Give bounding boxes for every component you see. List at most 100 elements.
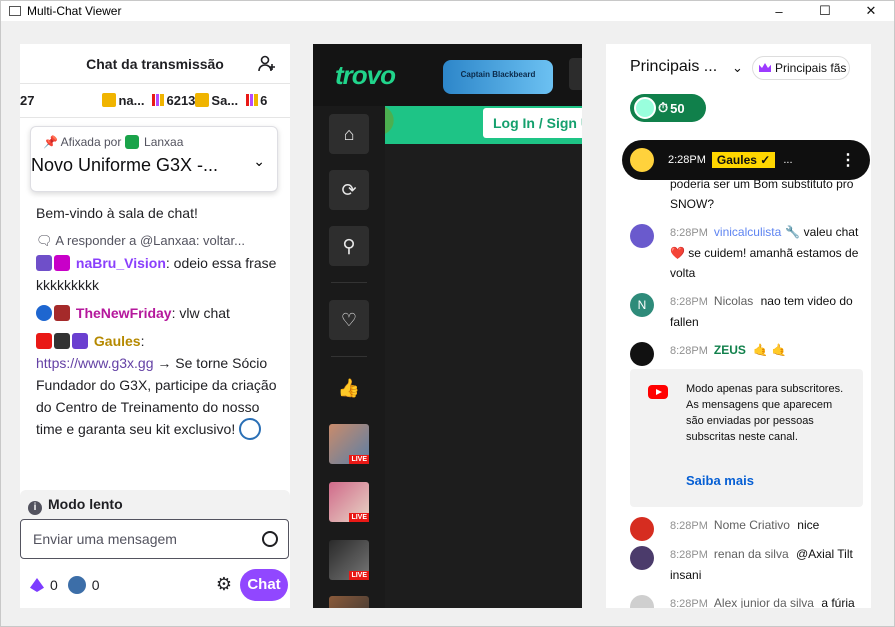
gear-icon[interactable]: ⚙ — [216, 574, 232, 595]
message-time: 8:28PM — [670, 296, 708, 308]
chat-message: poderia ser um Bom substituto pro SNOW? — [630, 174, 866, 214]
chevron-down-icon[interactable]: ⌄ — [253, 153, 265, 170]
home-icon[interactable]: ⌂ — [329, 114, 369, 154]
pinned-message[interactable]: 📌 Afixada por Lanxaa Novo Uniforme G3X -… — [30, 126, 278, 192]
chat-text: vlw chat — [179, 305, 230, 321]
menu-button[interactable] — [569, 58, 582, 90]
chat-username[interactable]: TheNewFriday — [76, 305, 172, 321]
location-icon[interactable]: ⚲ — [329, 226, 369, 266]
g3x-emote-icon — [239, 418, 262, 440]
leaderboard-icon — [246, 94, 259, 106]
avatar[interactable] — [630, 342, 654, 366]
crown-icon — [759, 63, 771, 72]
minimize-button[interactable]: – — [756, 1, 802, 21]
youtube-chat-panel: Principais ... ⌄ Principais fãs ⏱ 50 2:2… — [606, 44, 871, 608]
wrench-icon: 🔧 — [785, 225, 801, 239]
reply-context: 🗨 A responder a @Lanxaa: voltar... — [36, 233, 245, 248]
message-author[interactable]: ZEUS — [714, 343, 746, 357]
ticker-author: Gaules ✓ — [711, 152, 776, 168]
badge-icon — [54, 333, 70, 349]
chat-input[interactable]: Enviar uma mensagem — [20, 519, 289, 559]
trovo-topbar: trovo Captain Blackbeard — [313, 44, 582, 106]
chat-link[interactable]: https://www.g3x.gg — [36, 355, 154, 371]
badge-icon — [54, 305, 70, 321]
youtube-chat-header: Principais ... ⌄ Principais fãs — [606, 44, 871, 90]
channel-points-icon[interactable] — [67, 576, 86, 594]
chat-message: 8:28PM Nome Criativo nice — [630, 515, 866, 541]
chat-send-button[interactable]: Chat — [240, 569, 288, 601]
live-channel-thumb[interactable]: LIVE — [329, 540, 369, 580]
viewer-count-pill[interactable]: ⏱ 50 — [630, 94, 706, 122]
bits-icon[interactable] — [30, 578, 44, 592]
pinned-message-text: Novo Uniforme G3X -... — [31, 155, 219, 175]
explore-icon[interactable]: ⟳ — [329, 170, 369, 210]
login-button[interactable]: Log In / Sign U — [483, 108, 582, 138]
message-author[interactable]: vinicalculista — [714, 225, 781, 239]
badge-icon — [54, 255, 70, 271]
avatar[interactable]: N — [630, 293, 654, 317]
thumbs-up-icon[interactable]: 👍 — [329, 368, 369, 408]
badge-icon — [72, 333, 88, 349]
window-title: Multi-Chat Viewer — [27, 4, 122, 18]
app-window: Multi-Chat Viewer – ☐ ✕ Chat da transmis… — [0, 0, 895, 627]
maximize-button[interactable]: ☐ — [802, 1, 848, 21]
chat-message: Gaules: https://www.g3x.gg → Se torne Só… — [36, 330, 280, 440]
chat-username[interactable]: naBru_Vision — [76, 255, 166, 271]
twitch-chat-title: Chat da transmissão — [86, 55, 224, 72]
message-time: 8:28PM — [670, 549, 708, 561]
chevron-down-icon[interactable]: ⌄ — [732, 60, 743, 76]
leader-item: 6213 — [152, 93, 195, 108]
live-channel-thumb[interactable]: LIVE — [329, 424, 369, 464]
close-button[interactable]: ✕ — [848, 1, 894, 21]
message-time: 8:28PM — [670, 598, 708, 608]
message-author[interactable]: Alex junior da silva — [714, 596, 814, 608]
learn-more-link[interactable]: Saiba mais — [686, 471, 754, 491]
bits-count: 0 — [50, 577, 58, 593]
sub-leaderboard[interactable]: 27 na... 6213 Sa... 6 — [20, 84, 290, 118]
users-icon[interactable] — [258, 55, 276, 73]
leader-item: 6 — [246, 93, 267, 108]
app-icon — [9, 6, 21, 16]
chat-message: 8:28PMAlex junior da silva a fúria joga … — [630, 593, 866, 608]
more-options-icon[interactable]: ⋮ — [840, 150, 856, 170]
youtube-chat-messages: poderia ser um Bom substituto pro SNOW? … — [630, 177, 866, 608]
avatar[interactable] — [630, 224, 654, 248]
info-icon: i — [28, 501, 42, 515]
message-author[interactable]: Nome Criativo — [714, 518, 790, 532]
promo-banner[interactable]: Captain Blackbeard — [443, 60, 553, 94]
youtube-icon — [648, 385, 668, 399]
avatar[interactable] — [630, 517, 654, 541]
user-badge-icon — [124, 135, 139, 149]
badge-icon — [36, 305, 52, 321]
badge-icon — [36, 255, 52, 271]
leader-item: 27 — [20, 93, 35, 108]
chat-message: 8:28PM renan da silva @Axial Tilt insani — [630, 544, 866, 585]
chat-text: nice — [797, 518, 820, 532]
top-fans-button[interactable]: Principais fãs — [752, 56, 850, 80]
chat-input-placeholder: Enviar uma mensagem — [33, 531, 177, 547]
pinned-by: 📌 Afixada por Lanxaa — [43, 135, 184, 149]
leaderboard-icon — [152, 94, 165, 106]
avatar[interactable] — [630, 595, 654, 608]
trovo-logo[interactable]: trovo — [335, 60, 396, 91]
live-channel-thumb[interactable] — [329, 596, 369, 608]
leader-item: na... — [102, 93, 144, 108]
divider — [331, 356, 367, 357]
chat-message: 8:28PM vinicalculista 🔧 valeu chat ❤️ se c… — [630, 222, 866, 283]
message-author[interactable]: renan da silva — [714, 547, 789, 561]
chat-text: 🤙 🤙 — [753, 343, 787, 357]
channel-points-count: 0 — [91, 577, 100, 593]
ticker-text: ... — [783, 154, 793, 166]
badge-icon — [36, 333, 52, 349]
divider — [331, 282, 367, 283]
ticker-time: 2:28PM — [668, 154, 706, 166]
live-channel-thumb[interactable]: LIVE — [329, 482, 369, 522]
chat-username[interactable]: Gaules — [94, 333, 141, 349]
emote-picker-icon[interactable] — [262, 531, 278, 547]
message-author[interactable]: Nicolas — [714, 294, 753, 308]
avatar[interactable] — [630, 546, 654, 570]
chat-mode-title[interactable]: Principais ... — [630, 58, 717, 76]
message-time: 8:28PM — [670, 520, 708, 532]
pin-icon: 📌 — [43, 135, 58, 149]
heart-icon[interactable]: ♡ — [329, 300, 369, 340]
